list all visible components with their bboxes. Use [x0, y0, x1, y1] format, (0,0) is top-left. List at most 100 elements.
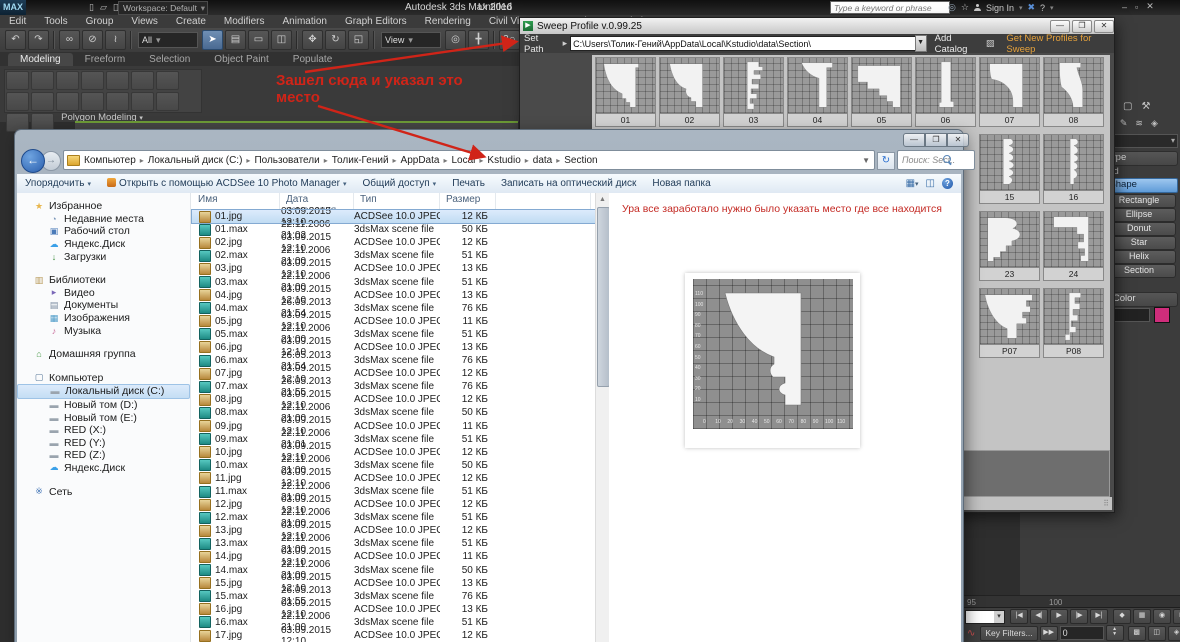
file-row-04-max[interactable]: 04.max26.05.2013 21:543dsMax scene file7… — [192, 302, 595, 315]
file-row-14-jpg[interactable]: 14.jpg03.09.2015 12:10ACDSee 10.0 JPEG .… — [192, 550, 595, 563]
profile-thumb-04[interactable]: 04 — [787, 57, 848, 127]
menu-tools[interactable]: Tools — [35, 15, 76, 28]
maximize-button[interactable]: ❐ — [1072, 20, 1092, 33]
motion-panel-button[interactable]: ◉ — [1153, 609, 1171, 624]
ribbon-tool-button[interactable] — [6, 92, 29, 111]
file-row-09-jpg[interactable]: 09.jpg03.09.2015 12:10ACDSee 10.0 JPEG .… — [192, 420, 595, 433]
change-view-icon[interactable]: ▦▾ — [906, 178, 919, 189]
profile-thumb-01[interactable]: 01 — [595, 57, 656, 127]
region-tool-button[interactable]: ◫ — [1148, 626, 1166, 641]
select-and-move-button[interactable]: ✥ — [302, 30, 323, 50]
close-button[interactable]: ✕ — [947, 133, 969, 147]
breadcrumb-item-section[interactable]: Section — [564, 155, 597, 166]
get-new-profiles-link[interactable]: Get New Profiles for Sweep — [1006, 33, 1114, 55]
space-warps-icon[interactable]: ≋ — [1135, 118, 1143, 129]
file-row-05-max[interactable]: 05.max22.11.2006 21:003dsMax scene file5… — [192, 328, 595, 341]
file-row-01-jpg[interactable]: 01.jpg03.09.2015 12:10ACDSee 10.0 JPEG .… — [192, 210, 595, 223]
ribbon-tool-button[interactable] — [106, 71, 129, 90]
ribbon-tab-freeform[interactable]: Freeform — [73, 53, 138, 66]
ribbon-tool-button[interactable] — [31, 92, 54, 111]
nav-item-избранное[interactable]: ★Избранное — [17, 200, 190, 213]
window-crossing-toggle-button[interactable]: ◫ — [271, 30, 292, 50]
open-file-icon[interactable]: ▱ — [100, 0, 107, 15]
nav-item-red-z[interactable]: ▬RED (Z:) — [17, 449, 190, 462]
ribbon-tool-button[interactable] — [156, 71, 179, 90]
profile-thumb-p08[interactable]: P08 — [1043, 288, 1104, 358]
breadcrumb-item-пользователи[interactable]: Пользователи — [254, 155, 319, 166]
profile-thumb-24[interactable]: 24 — [1043, 211, 1104, 281]
shapes-icon[interactable]: ✎ — [1120, 118, 1128, 129]
maximize-button[interactable]: ▫ — [1135, 2, 1138, 12]
file-row-06-max[interactable]: 06.max26.05.2013 21:543dsMax scene file7… — [192, 354, 595, 367]
favorites-star-icon[interactable]: ☆ — [961, 2, 969, 13]
key-filters-button[interactable]: Key Filters... — [980, 626, 1037, 641]
redo-button[interactable]: ↷ — [28, 30, 49, 50]
bind-to-space-warp-button[interactable]: ≀ — [105, 30, 126, 50]
grid-snap-button[interactable]: ▩ — [1128, 626, 1146, 641]
file-row-13-jpg[interactable]: 13.jpg03.09.2015 12:10ACDSee 10.0 JPEG .… — [192, 524, 595, 537]
file-row-12-max[interactable]: 12.max22.11.2006 21:003dsMax scene file5… — [192, 511, 595, 524]
nav-item-видео[interactable]: ▸Видео — [17, 287, 190, 300]
file-row-11-jpg[interactable]: 11.jpg03.09.2015 12:10ACDSee 10.0 JPEG .… — [192, 472, 595, 485]
close-button[interactable]: ✕ — [1094, 20, 1114, 33]
profiles-path-input[interactable] — [570, 36, 915, 51]
systems-icon[interactable]: ◈ — [1151, 118, 1158, 129]
ribbon-tool-button[interactable] — [131, 92, 154, 111]
help-icon[interactable]: ? — [942, 178, 953, 189]
profile-thumb-03[interactable]: 03 — [723, 57, 784, 127]
end-frame-icon[interactable]: ▶▶ — [1040, 626, 1058, 641]
new-file-icon[interactable]: ▯ — [89, 0, 94, 15]
ribbon-tab-populate[interactable]: Populate — [281, 53, 344, 66]
nav-item-red-y[interactable]: ▬RED (Y:) — [17, 437, 190, 450]
set-key-button[interactable]: ◆ — [1113, 609, 1131, 624]
object-color-swatch[interactable] — [1154, 307, 1170, 323]
selection-set-dropdown[interactable]: ▾Selected — [965, 610, 1005, 624]
file-row-07-max[interactable]: 07.max26.05.2013 21:553dsMax scene file7… — [192, 380, 595, 393]
breadcrumb-item-local[interactable]: Local — [451, 155, 475, 166]
rectangular-selection-region-button[interactable]: ▭ — [248, 30, 269, 50]
profile-thumb-05[interactable]: 05 — [851, 57, 912, 127]
vertical-scrollbar[interactable]: ▲ — [595, 193, 609, 642]
explorer-search-input[interactable] — [897, 150, 975, 170]
set-path-button[interactable]: Set Path — [524, 33, 558, 55]
nav-item-новый-том-e[interactable]: ▬Новый том (E:) — [17, 411, 190, 424]
keyword-search-input[interactable] — [830, 1, 950, 14]
profile-thumb-15[interactable]: 15 — [979, 134, 1040, 204]
max-logo-icon[interactable]: MAX — [0, 0, 26, 15]
file-row-03-jpg[interactable]: 03.jpg03.09.2015 12:10ACDSee 10.0 JPEG .… — [192, 262, 595, 275]
path-dropdown-arrow[interactable]: ▼ — [915, 35, 927, 52]
profile-thumb-02[interactable]: 02 — [659, 57, 720, 127]
toolbar-записать-на-оптический-диск[interactable]: Записать на оптический диск — [501, 178, 636, 189]
file-row-16-jpg[interactable]: 16.jpg03.09.2015 12:10ACDSee 10.0 JPEG .… — [192, 603, 595, 616]
select-and-scale-button[interactable]: ◱ — [348, 30, 369, 50]
menu-graph-editors[interactable]: Graph Editors — [336, 15, 416, 28]
curve-editor-icon[interactable]: ∿ — [967, 628, 975, 639]
nav-item-недавние-места[interactable]: ◔Недавние места — [17, 213, 190, 226]
profile-thumb-06[interactable]: 06 — [915, 57, 976, 127]
nav-item-компьютер[interactable]: ▢Компьютер — [17, 372, 190, 385]
file-row-05-jpg[interactable]: 05.jpg03.09.2015 12:10ACDSee 10.0 JPEG .… — [192, 315, 595, 328]
nav-item-загрузки[interactable]: ↓Загрузки — [17, 250, 190, 263]
breadcrumb-item-data[interactable]: data — [533, 155, 552, 166]
use-pivot-point-center-button[interactable]: ◎ — [445, 30, 466, 50]
nav-item-новый-том-d[interactable]: ▬Новый том (D:) — [17, 399, 190, 412]
nav-item-локальный-диск-c[interactable]: ▬Локальный диск (C:) — [17, 384, 190, 399]
nav-item-библиотеки[interactable]: ▥Библиотеки — [17, 274, 190, 287]
maximize-button[interactable]: ❐ — [925, 133, 947, 147]
nav-item-документы[interactable]: ▤Документы — [17, 299, 190, 312]
reference-coordinate-system-dropdown[interactable]: View▾ — [381, 32, 441, 48]
file-row-15-max[interactable]: 15.max26.05.2013 21:553dsMax scene file7… — [192, 590, 595, 603]
go-to-end-button[interactable]: ▶| — [1090, 609, 1108, 624]
ribbon-tab-selection[interactable]: Selection — [137, 53, 202, 66]
search-go-icon[interactable]: ◎ — [948, 2, 956, 13]
help-icon[interactable]: ? — [1040, 3, 1045, 13]
select-by-name-button[interactable]: ▤ — [225, 30, 246, 50]
file-row-09-max[interactable]: 09.max22.11.2006 21:013dsMax scene file5… — [192, 433, 595, 446]
file-row-02-jpg[interactable]: 02.jpg03.09.2015 12:10ACDSee 10.0 JPEG .… — [192, 236, 595, 249]
profile-thumb-p07[interactable]: P07 — [979, 288, 1040, 358]
breadcrumb-item-локальный-диск-c[interactable]: Локальный диск (C:) — [148, 155, 243, 166]
profile-thumb-16[interactable]: 16 — [1043, 134, 1104, 204]
unlink-selection-button[interactable]: ⊘ — [82, 30, 103, 50]
current-frame-field[interactable] — [1060, 626, 1104, 640]
file-row-03-max[interactable]: 03.max22.11.2006 21:003dsMax scene file5… — [192, 275, 595, 288]
